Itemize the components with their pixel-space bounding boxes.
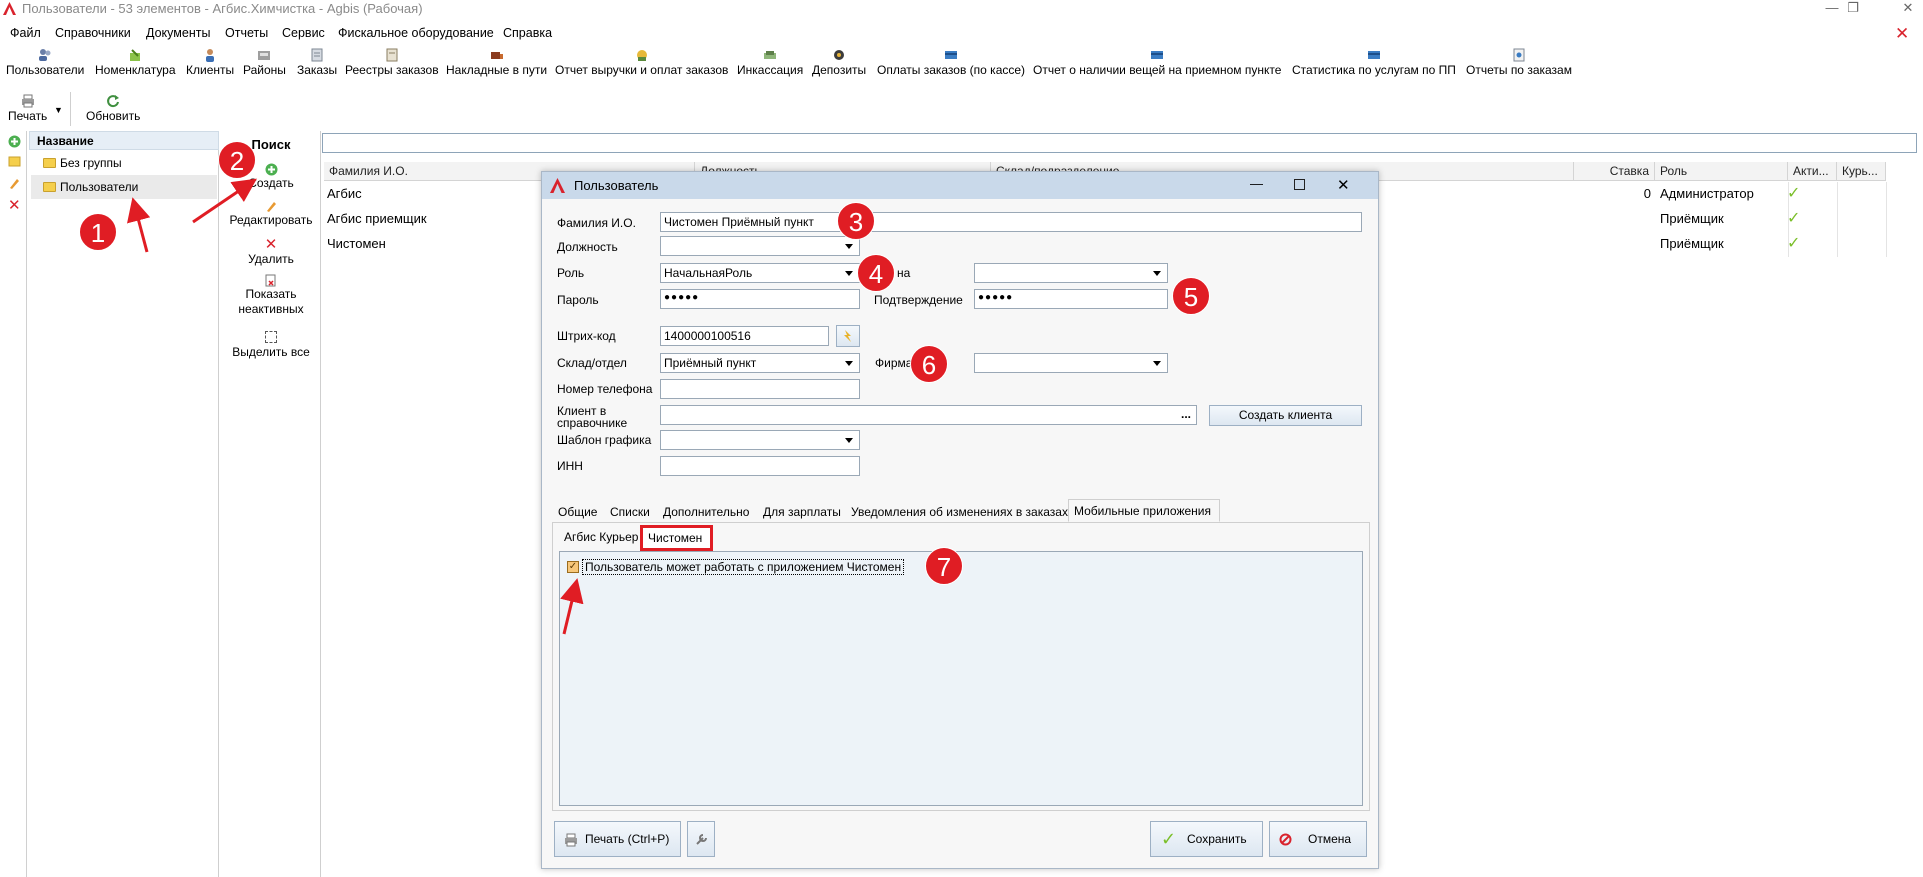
arrow-2 <box>192 178 257 224</box>
arrow-1 <box>127 197 151 253</box>
arrow-7 <box>560 578 584 635</box>
annotation-arrows <box>127 178 584 635</box>
